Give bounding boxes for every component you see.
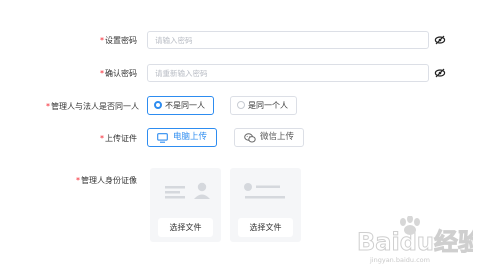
required-mark: * (100, 36, 104, 45)
wechat-upload-button[interactable]: 微信上传 (234, 128, 305, 147)
eye-off-icon[interactable] (434, 35, 446, 45)
required-mark: * (100, 69, 104, 78)
confirm-password-label-text: 确认密码 (105, 69, 137, 78)
id-photo-label: *管理人身份证像 (76, 175, 137, 186)
watermark-url: jingyan.baidu.com (370, 256, 430, 264)
id-front-upload[interactable]: 选择文件 (150, 168, 221, 242)
monitor-icon (157, 133, 168, 143)
same-person-label: *管理人与法人是否同一人 (46, 101, 139, 112)
id-back-upload[interactable]: 选择文件 (230, 168, 301, 242)
upload-doc-label: *上传证件 (100, 133, 137, 144)
radio-label: 不是同一人 (165, 101, 205, 110)
id-card-back-icon (239, 178, 292, 208)
confirm-password-label: *确认密码 (100, 68, 137, 79)
required-mark: * (46, 102, 50, 111)
radio-label: 是同一个人 (248, 101, 288, 110)
radio-same-person[interactable]: 是同一个人 (230, 96, 297, 115)
password-label: *设置密码 (100, 35, 137, 46)
upload-doc-label-text: 上传证件 (105, 134, 137, 143)
password-input[interactable] (147, 31, 429, 49)
radio-checked-icon (154, 101, 162, 109)
choose-file-button[interactable]: 选择文件 (238, 218, 293, 237)
computer-upload-button[interactable]: 电脑上传 (147, 128, 218, 147)
password-label-text: 设置密码 (105, 36, 137, 45)
required-mark: * (76, 176, 80, 185)
id-photo-label-text: 管理人身份证像 (81, 176, 137, 185)
wechat-icon (244, 133, 256, 143)
choose-file-button[interactable]: 选择文件 (158, 218, 213, 237)
id-card-front-icon (159, 178, 212, 208)
radio-not-same-person[interactable]: 不是同一人 (147, 96, 214, 115)
radio-unchecked-icon (237, 101, 245, 109)
confirm-password-input[interactable] (147, 64, 429, 82)
eye-off-icon[interactable] (434, 68, 446, 78)
required-mark: * (100, 134, 104, 143)
wechat-upload-label: 微信上传 (260, 132, 295, 142)
same-person-label-text: 管理人与法人是否同一人 (51, 102, 139, 111)
computer-upload-label: 电脑上传 (173, 132, 208, 142)
